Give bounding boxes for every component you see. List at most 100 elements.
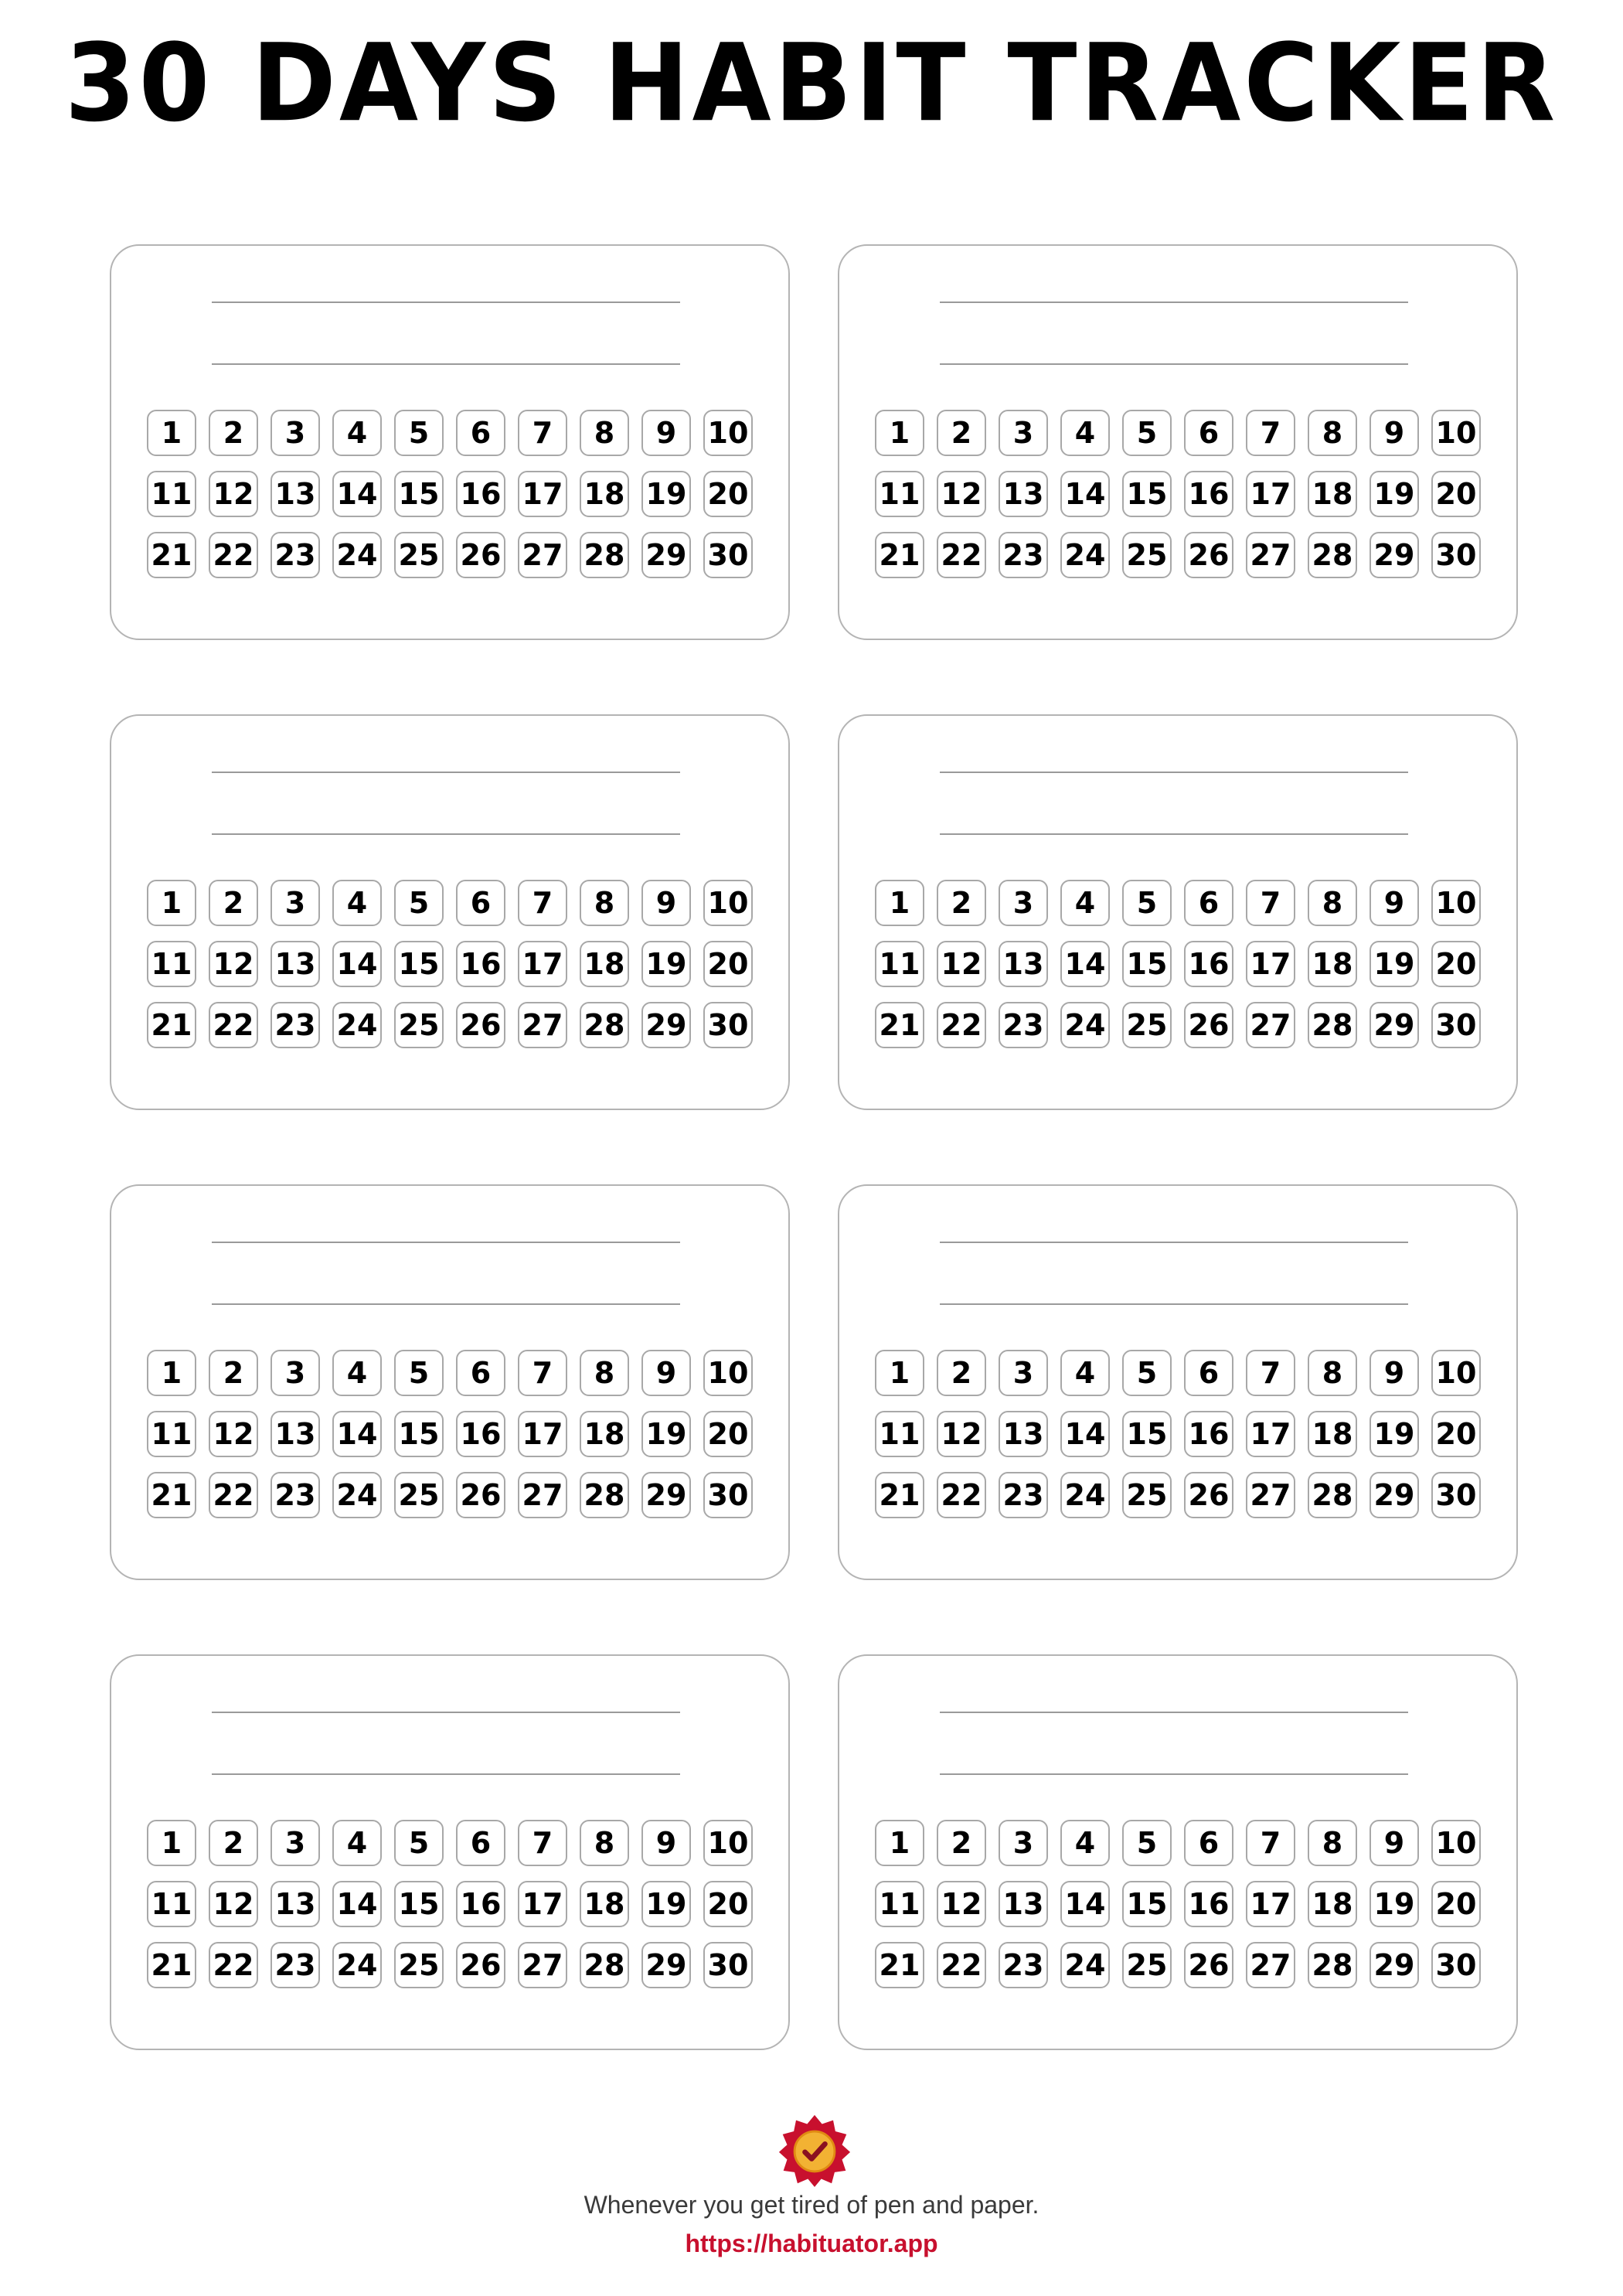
day-cell[interactable]: 7 xyxy=(1246,1350,1295,1396)
day-cell[interactable]: 29 xyxy=(1370,1472,1419,1518)
day-cell[interactable]: 18 xyxy=(580,471,629,517)
day-cell[interactable]: 29 xyxy=(1370,1002,1419,1048)
day-cell[interactable]: 29 xyxy=(1370,532,1419,578)
day-cell[interactable]: 29 xyxy=(641,1942,691,1988)
day-cell[interactable]: 26 xyxy=(456,1472,505,1518)
day-cell[interactable]: 9 xyxy=(1370,880,1419,926)
day-cell[interactable]: 10 xyxy=(703,880,753,926)
day-cell[interactable]: 23 xyxy=(270,532,320,578)
day-cell[interactable]: 25 xyxy=(394,1942,444,1988)
day-cell[interactable]: 4 xyxy=(332,880,382,926)
day-cell[interactable]: 14 xyxy=(332,1881,382,1927)
day-cell[interactable]: 24 xyxy=(1060,1942,1110,1988)
day-cell[interactable]: 12 xyxy=(937,1881,986,1927)
day-cell[interactable]: 16 xyxy=(456,941,505,987)
day-cell[interactable]: 4 xyxy=(1060,1820,1110,1866)
day-cell[interactable]: 28 xyxy=(1308,1942,1357,1988)
day-cell[interactable]: 9 xyxy=(1370,410,1419,456)
day-cell[interactable]: 26 xyxy=(1184,1942,1233,1988)
day-cell[interactable]: 27 xyxy=(1246,1472,1295,1518)
day-cell[interactable]: 2 xyxy=(209,880,258,926)
day-cell[interactable]: 17 xyxy=(1246,1411,1295,1457)
day-cell[interactable]: 21 xyxy=(147,1942,196,1988)
day-cell[interactable]: 20 xyxy=(703,941,753,987)
day-cell[interactable]: 22 xyxy=(209,1942,258,1988)
day-cell[interactable]: 27 xyxy=(1246,1002,1295,1048)
habit-name-line[interactable] xyxy=(212,363,680,365)
day-cell[interactable]: 24 xyxy=(332,532,382,578)
day-cell[interactable]: 1 xyxy=(875,410,924,456)
day-cell[interactable]: 30 xyxy=(1431,1472,1481,1518)
day-cell[interactable]: 26 xyxy=(456,1002,505,1048)
day-cell[interactable]: 27 xyxy=(518,1002,567,1048)
day-cell[interactable]: 20 xyxy=(703,1411,753,1457)
day-cell[interactable]: 19 xyxy=(641,1881,691,1927)
day-cell[interactable]: 18 xyxy=(580,1881,629,1927)
day-cell[interactable]: 23 xyxy=(999,532,1048,578)
habit-name-line[interactable] xyxy=(940,1242,1408,1243)
day-cell[interactable]: 13 xyxy=(270,471,320,517)
day-cell[interactable]: 2 xyxy=(937,410,986,456)
day-cell[interactable]: 18 xyxy=(580,1411,629,1457)
day-cell[interactable]: 19 xyxy=(641,941,691,987)
habit-name-line[interactable] xyxy=(212,772,680,773)
day-cell[interactable]: 20 xyxy=(703,471,753,517)
day-cell[interactable]: 24 xyxy=(332,1942,382,1988)
day-cell[interactable]: 5 xyxy=(394,880,444,926)
habit-name-line[interactable] xyxy=(940,772,1408,773)
day-cell[interactable]: 15 xyxy=(1122,1411,1172,1457)
day-cell[interactable]: 2 xyxy=(209,1350,258,1396)
day-cell[interactable]: 30 xyxy=(703,1002,753,1048)
day-cell[interactable]: 19 xyxy=(641,1411,691,1457)
day-cell[interactable]: 8 xyxy=(580,410,629,456)
day-cell[interactable]: 22 xyxy=(937,532,986,578)
day-cell[interactable]: 10 xyxy=(703,1350,753,1396)
day-cell[interactable]: 16 xyxy=(1184,941,1233,987)
day-cell[interactable]: 13 xyxy=(999,471,1048,517)
day-cell[interactable]: 14 xyxy=(1060,1881,1110,1927)
day-cell[interactable]: 12 xyxy=(209,1881,258,1927)
day-cell[interactable]: 16 xyxy=(456,1411,505,1457)
day-cell[interactable]: 6 xyxy=(456,410,505,456)
day-cell[interactable]: 23 xyxy=(999,1942,1048,1988)
day-cell[interactable]: 19 xyxy=(1370,941,1419,987)
day-cell[interactable]: 24 xyxy=(332,1472,382,1518)
day-cell[interactable]: 20 xyxy=(703,1881,753,1927)
day-cell[interactable]: 1 xyxy=(147,1350,196,1396)
day-cell[interactable]: 10 xyxy=(1431,1820,1481,1866)
day-cell[interactable]: 12 xyxy=(937,471,986,517)
habit-name-line[interactable] xyxy=(940,1303,1408,1305)
day-cell[interactable]: 5 xyxy=(1122,410,1172,456)
day-cell[interactable]: 7 xyxy=(1246,410,1295,456)
day-cell[interactable]: 7 xyxy=(1246,880,1295,926)
day-cell[interactable]: 15 xyxy=(1122,941,1172,987)
day-cell[interactable]: 28 xyxy=(1308,1472,1357,1518)
day-cell[interactable]: 14 xyxy=(1060,471,1110,517)
day-cell[interactable]: 24 xyxy=(1060,1472,1110,1518)
day-cell[interactable]: 19 xyxy=(1370,1411,1419,1457)
day-cell[interactable]: 5 xyxy=(394,1820,444,1866)
day-cell[interactable]: 12 xyxy=(209,1411,258,1457)
day-cell[interactable]: 5 xyxy=(1122,1820,1172,1866)
day-cell[interactable]: 14 xyxy=(332,1411,382,1457)
day-cell[interactable]: 14 xyxy=(332,471,382,517)
day-cell[interactable]: 13 xyxy=(270,941,320,987)
day-cell[interactable]: 16 xyxy=(456,1881,505,1927)
day-cell[interactable]: 7 xyxy=(518,1820,567,1866)
day-cell[interactable]: 17 xyxy=(518,941,567,987)
day-cell[interactable]: 27 xyxy=(518,1472,567,1518)
day-cell[interactable]: 14 xyxy=(332,941,382,987)
day-cell[interactable]: 6 xyxy=(456,1820,505,1866)
day-cell[interactable]: 10 xyxy=(1431,880,1481,926)
day-cell[interactable]: 8 xyxy=(1308,1350,1357,1396)
day-cell[interactable]: 1 xyxy=(147,410,196,456)
day-cell[interactable]: 22 xyxy=(209,1002,258,1048)
day-cell[interactable]: 3 xyxy=(999,880,1048,926)
day-cell[interactable]: 6 xyxy=(1184,1350,1233,1396)
day-cell[interactable]: 30 xyxy=(1431,532,1481,578)
day-cell[interactable]: 25 xyxy=(394,532,444,578)
day-cell[interactable]: 5 xyxy=(394,410,444,456)
day-cell[interactable]: 15 xyxy=(1122,1881,1172,1927)
day-cell[interactable]: 12 xyxy=(937,941,986,987)
day-cell[interactable]: 4 xyxy=(1060,880,1110,926)
